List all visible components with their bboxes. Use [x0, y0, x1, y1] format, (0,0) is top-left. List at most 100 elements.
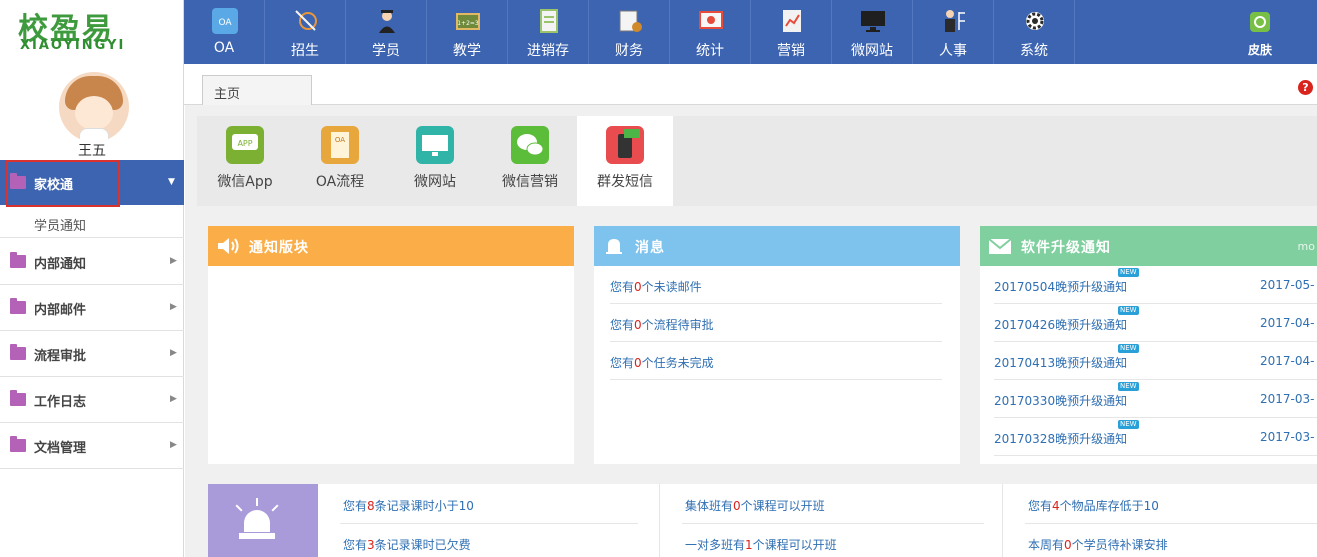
nav-label: 营销: [777, 43, 805, 59]
caret-right-icon: ▶: [170, 440, 177, 450]
oa-icon: OA: [212, 8, 238, 34]
message-row[interactable]: 您有0个流程待审批: [610, 304, 942, 342]
folder-icon: [10, 252, 26, 268]
nav-teaching[interactable]: 1+2=3 教学: [427, 0, 508, 64]
sidebar-item-label: 内部通知: [34, 257, 87, 272]
sidebar: 王五 家校通 ▼ 学员通知 内部通知 ▶ 内部邮件 ▶ 流程审批 ▶ 工作日志 …: [0, 64, 184, 557]
monitor-icon: [860, 8, 886, 34]
skin-button[interactable]: 皮肤: [1236, 0, 1284, 64]
nav-hr[interactable]: 人事: [913, 0, 994, 64]
message-panel-header: 消息: [594, 226, 960, 266]
sidebar-item-approval[interactable]: 流程审批 ▶: [0, 331, 184, 377]
alert-item[interactable]: 您有3条记录课时已欠费: [343, 536, 471, 553]
nav-marketing[interactable]: 营销: [751, 0, 832, 64]
upgrade-row[interactable]: 20170504晚预升级通知 NEW 2017-05-: [994, 266, 1317, 304]
more-link[interactable]: mo: [1298, 240, 1315, 253]
sidebar-item-label: 流程审批: [34, 349, 87, 364]
avatar: [59, 72, 129, 142]
upgrade-panel: 软件升级通知 mo 20170504晚预升级通知 NEW 2017-05- 2017…: [980, 226, 1317, 464]
sidebar-subitem-student-notice[interactable]: 学员通知: [0, 205, 184, 238]
nav-enroll[interactable]: 招生: [265, 0, 346, 64]
caret-right-icon: ▶: [170, 302, 177, 312]
alert-item[interactable]: 一对多班有1个课程可以开班: [685, 536, 837, 553]
nav-label: OA: [213, 40, 235, 56]
message-panel-title: 消息: [635, 240, 665, 256]
upgrade-panel-title: 软件升级通知: [1021, 240, 1111, 256]
blackboard-icon: 1+2=3: [455, 8, 481, 34]
upgrade-row[interactable]: 20170328晚预升级通知 NEW 2017-03-: [994, 418, 1317, 456]
logo: 校盈易 XIAOYINGYI: [0, 0, 184, 64]
marketing-icon: [779, 8, 805, 34]
caret-down-icon: ▼: [168, 177, 175, 187]
new-badge: NEW: [1118, 344, 1139, 353]
nav-label: 招生: [291, 43, 319, 59]
alert-item[interactable]: 您有8条记录课时小于10: [343, 497, 474, 514]
app-icon: APP: [226, 126, 264, 164]
quick-sms[interactable]: 群发短信: [577, 116, 673, 206]
sidebar-item-label: 家校通: [34, 178, 74, 193]
message-row[interactable]: 您有0个任务未完成: [610, 342, 942, 380]
nav-label: 进销存: [527, 43, 569, 59]
upgrade-row[interactable]: 20170413晚预升级通知 NEW 2017-04-: [994, 342, 1317, 380]
logo-en: XIAOYINGYI: [20, 38, 126, 53]
svg-text:OA: OA: [335, 136, 345, 144]
folder-icon: [10, 298, 26, 314]
nav-label: 教学: [453, 43, 481, 59]
student-icon: [374, 8, 400, 34]
notice-panel-title: 通知版块: [249, 240, 309, 256]
sidebar-item-internal-mail[interactable]: 内部邮件 ▶: [0, 285, 184, 331]
quick-label: 群发短信: [597, 174, 653, 190]
svg-text:APP: APP: [237, 139, 252, 148]
sidebar-item-work-log[interactable]: 工作日志 ▶: [0, 377, 184, 423]
nav-stats[interactable]: 统计: [670, 0, 751, 64]
speaker-icon: [216, 236, 240, 256]
tab-home[interactable]: 主页: [202, 75, 312, 105]
alert-item[interactable]: 您有4个物品库存低于10: [1028, 497, 1159, 514]
quick-wechat-marketing[interactable]: 微信营销: [482, 116, 578, 206]
nav-system[interactable]: 系统: [994, 0, 1075, 64]
nav-oa[interactable]: OA OA: [184, 0, 265, 64]
skin-label: 皮肤: [1247, 43, 1272, 57]
folder-icon: [10, 436, 26, 452]
sidebar-subitem-label: 学员通知: [34, 219, 87, 234]
sidebar-item-documents[interactable]: 文档管理 ▶: [0, 423, 184, 469]
quick-wechat-app[interactable]: APP 微信App: [197, 116, 293, 206]
upgrade-row[interactable]: 20170330晚预升级通知 NEW 2017-03-: [994, 380, 1317, 418]
tab-label: 主页: [214, 87, 241, 102]
oa-flow-icon: OA: [321, 126, 359, 164]
finance-icon: [617, 8, 643, 34]
sidebar-item-home-school[interactable]: 家校通 ▼: [0, 160, 184, 207]
message-row[interactable]: 您有0个未读邮件: [610, 266, 942, 304]
nav-finance[interactable]: 财务: [589, 0, 670, 64]
notice-panel: 通知版块: [208, 226, 574, 464]
help-icon[interactable]: ?: [1298, 80, 1313, 95]
microsite-icon: [416, 126, 454, 164]
caret-right-icon: ▶: [170, 348, 177, 358]
upgrade-panel-header: 软件升级通知 mo: [980, 226, 1317, 266]
svg-text:1+2=3: 1+2=3: [457, 20, 479, 27]
new-badge: NEW: [1118, 382, 1139, 391]
quick-label: 微网站: [414, 174, 456, 190]
new-badge: NEW: [1118, 268, 1139, 277]
enroll-icon: [293, 8, 319, 34]
alarm-icon: [208, 484, 318, 557]
folder-icon: [10, 173, 26, 189]
quick-oa-flow[interactable]: OA OA流程: [292, 116, 388, 206]
nav-label: 系统: [1020, 43, 1048, 59]
wechat-icon: [511, 126, 549, 164]
folder-icon: [10, 390, 26, 406]
alert-item[interactable]: 集体班有0个课程可以开班: [685, 497, 825, 514]
nav-student[interactable]: 学员: [346, 0, 427, 64]
sidebar-item-label: 工作日志: [34, 395, 87, 410]
sidebar-item-internal-notice[interactable]: 内部通知 ▶: [0, 239, 184, 285]
nav-inventory[interactable]: 进销存: [508, 0, 589, 64]
nav-microsite[interactable]: 微网站: [832, 0, 913, 64]
quick-microsite[interactable]: 微网站: [387, 116, 483, 206]
notice-panel-header: 通知版块: [208, 226, 574, 266]
message-panel: 消息 您有0个未读邮件 您有0个流程待审批 您有0个任务未完成: [594, 226, 960, 464]
alert-item[interactable]: 本周有0个学员待补课安排: [1028, 536, 1168, 553]
person-icon: [941, 8, 967, 34]
upgrade-row[interactable]: 20170426晚预升级通知 NEW 2017-04-: [994, 304, 1317, 342]
new-badge: NEW: [1118, 420, 1139, 429]
user-name: 王五: [78, 143, 106, 159]
